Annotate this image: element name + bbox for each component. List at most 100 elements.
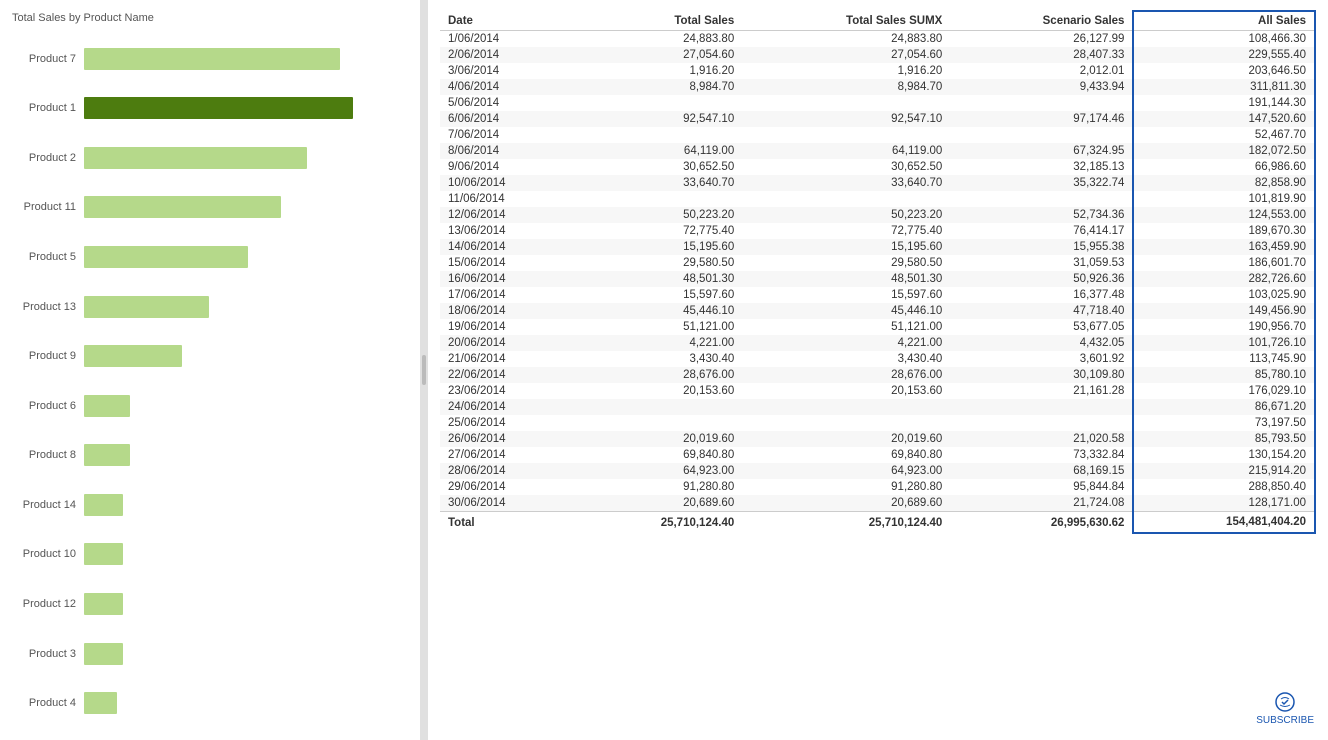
- table-row: 26/06/201420,019.6020,019.6021,020.5885,…: [440, 431, 1315, 447]
- bar[interactable]: [84, 97, 353, 119]
- bar-label: Product 6: [12, 400, 84, 412]
- bar[interactable]: [84, 692, 117, 714]
- bar-label: Product 1: [12, 102, 84, 114]
- table-cell: 35,322.74: [950, 175, 1133, 191]
- table-row: 22/06/201428,676.0028,676.0030,109.8085,…: [440, 367, 1315, 383]
- table-cell: 20/06/2014: [440, 335, 576, 351]
- bar-container[interactable]: [84, 97, 412, 119]
- bar[interactable]: [84, 494, 123, 516]
- table-row: 9/06/201430,652.5030,652.5032,185.1366,9…: [440, 159, 1315, 175]
- bar-container[interactable]: [84, 196, 412, 218]
- bar-container[interactable]: [84, 395, 412, 417]
- bar-container[interactable]: [84, 643, 412, 665]
- bar-row: Product 5: [12, 238, 412, 276]
- table-row: 16/06/201448,501.3048,501.3050,926.36282…: [440, 271, 1315, 287]
- table-cell: 28,676.00: [742, 367, 950, 383]
- bar-label: Product 10: [12, 548, 84, 560]
- table-cell: 29,580.50: [576, 255, 742, 271]
- table-row: 2/06/201427,054.6027,054.6028,407.33229,…: [440, 47, 1315, 63]
- bar-row: Product 9: [12, 337, 412, 375]
- table-row: 18/06/201445,446.1045,446.1047,718.40149…: [440, 303, 1315, 319]
- bar-container[interactable]: [84, 593, 412, 615]
- table-row: 1/06/201424,883.8024,883.8026,127.99108,…: [440, 31, 1315, 48]
- table-cell: 52,467.70: [1133, 127, 1315, 143]
- table-row: 27/06/201469,840.8069,840.8073,332.84130…: [440, 447, 1315, 463]
- bar-label: Product 14: [12, 499, 84, 511]
- table-cell: 149,456.90: [1133, 303, 1315, 319]
- bar-label: Product 13: [12, 301, 84, 313]
- table-cell: 33,640.70: [576, 175, 742, 191]
- bar[interactable]: [84, 643, 123, 665]
- bar-row: Product 3: [12, 635, 412, 673]
- table-row: 25/06/201473,197.50: [440, 415, 1315, 431]
- bar-container[interactable]: [84, 296, 412, 318]
- table-cell: 29/06/2014: [440, 479, 576, 495]
- bar-container[interactable]: [84, 345, 412, 367]
- bar[interactable]: [84, 593, 123, 615]
- col-header-date: Date: [440, 11, 576, 31]
- table-cell: 8/06/2014: [440, 143, 576, 159]
- bar[interactable]: [84, 196, 281, 218]
- table-cell: 182,072.50: [1133, 143, 1315, 159]
- table-cell: 15,195.60: [576, 239, 742, 255]
- table-cell: 311,811.30: [1133, 79, 1315, 95]
- table-cell: 68,169.15: [950, 463, 1133, 479]
- table-cell: 24/06/2014: [440, 399, 576, 415]
- table-cell: 95,844.84: [950, 479, 1133, 495]
- table-row: 15/06/201429,580.5029,580.5031,059.53186…: [440, 255, 1315, 271]
- bar-container[interactable]: [84, 543, 412, 565]
- table-cell: 30/06/2014: [440, 495, 576, 512]
- table-cell: 5/06/2014: [440, 95, 576, 111]
- table-cell: 7/06/2014: [440, 127, 576, 143]
- table-cell: 2,012.01: [950, 63, 1133, 79]
- bar[interactable]: [84, 444, 130, 466]
- table-cell: 288,850.40: [1133, 479, 1315, 495]
- bar-container[interactable]: [84, 494, 412, 516]
- table-cell: 28/06/2014: [440, 463, 576, 479]
- bar-container[interactable]: [84, 48, 412, 70]
- bar[interactable]: [84, 543, 123, 565]
- table-cell: 30,652.50: [576, 159, 742, 175]
- table-row: 3/06/20141,916.201,916.202,012.01203,646…: [440, 63, 1315, 79]
- bar-container[interactable]: [84, 147, 412, 169]
- table-cell: 85,793.50: [1133, 431, 1315, 447]
- table-cell: 101,726.10: [1133, 335, 1315, 351]
- table-cell: 3,430.40: [742, 351, 950, 367]
- table-cell: 27/06/2014: [440, 447, 576, 463]
- table-row: 4/06/20148,984.708,984.709,433.94311,811…: [440, 79, 1315, 95]
- bar[interactable]: [84, 48, 340, 70]
- bar[interactable]: [84, 395, 130, 417]
- table-cell: 103,025.90: [1133, 287, 1315, 303]
- bar-row: Product 4: [12, 684, 412, 722]
- table-cell: 32,185.13: [950, 159, 1133, 175]
- table-cell: [576, 415, 742, 431]
- bar-row: Product 6: [12, 387, 412, 425]
- table-cell: 18/06/2014: [440, 303, 576, 319]
- bar[interactable]: [84, 147, 307, 169]
- table-cell: [576, 127, 742, 143]
- table-cell: 15,597.60: [576, 287, 742, 303]
- table-cell: 4/06/2014: [440, 79, 576, 95]
- table-cell: 21,020.58: [950, 431, 1133, 447]
- table-cell: 66,986.60: [1133, 159, 1315, 175]
- table-cell: 50,223.20: [742, 207, 950, 223]
- table-cell: 13/06/2014: [440, 223, 576, 239]
- table-cell: 8,984.70: [576, 79, 742, 95]
- table-cell: 91,280.80: [576, 479, 742, 495]
- bar-container[interactable]: [84, 444, 412, 466]
- table-cell: 28,407.33: [950, 47, 1133, 63]
- table-cell: [742, 95, 950, 111]
- bar[interactable]: [84, 296, 209, 318]
- table-cell: 24,883.80: [576, 31, 742, 48]
- bar[interactable]: [84, 345, 182, 367]
- bar-label: Product 9: [12, 350, 84, 362]
- table-cell: 69,840.80: [576, 447, 742, 463]
- footer-cell: Total: [440, 512, 576, 534]
- bar-container[interactable]: [84, 692, 412, 714]
- bar[interactable]: [84, 246, 248, 268]
- bar-label: Product 7: [12, 53, 84, 65]
- divider-handle: [422, 355, 426, 385]
- table-cell: 147,520.60: [1133, 111, 1315, 127]
- bar-container[interactable]: [84, 246, 412, 268]
- table-row: 11/06/2014101,819.90: [440, 191, 1315, 207]
